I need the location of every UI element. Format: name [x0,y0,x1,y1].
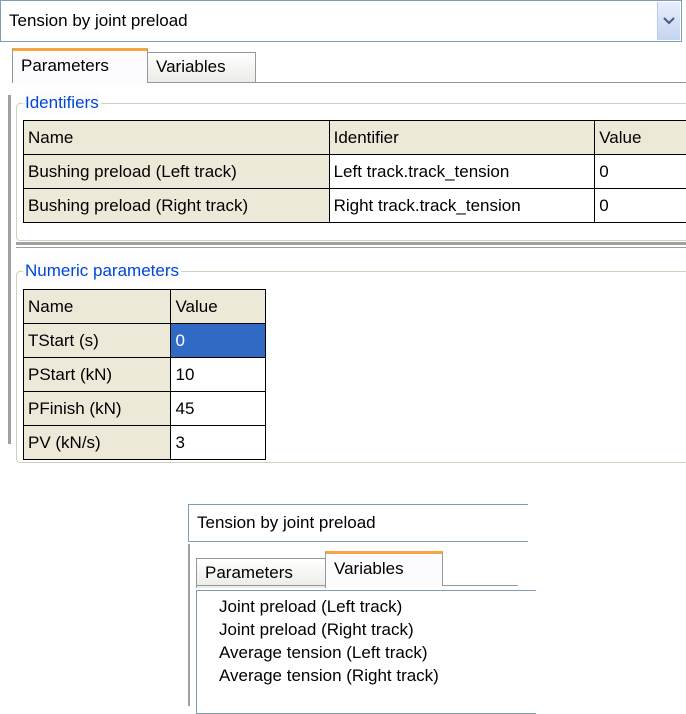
tab-strip: Parameters Variables [12,48,686,82]
mode-combo[interactable]: Tension by joint preload [0,0,682,42]
table-row[interactable]: PFinish (kN) 45 [24,392,266,426]
numeric-parameters-table[interactable]: Name Value TStart (s) 0 PStart (kN) 10 P… [23,289,266,460]
variables-list[interactable]: Joint preload (Left track) Joint preload… [196,590,536,714]
identifiers-group-title: Identifiers [23,93,101,113]
splitter-line[interactable] [16,242,686,245]
identifier-cell[interactable]: Left track.track_tension [329,155,595,189]
column-header-value[interactable]: Value [171,290,266,324]
list-item[interactable]: Joint preload (Right track) [197,618,536,641]
value-cell[interactable]: 0 [595,155,686,189]
list-item[interactable]: Joint preload (Left track) [197,595,536,618]
left-splitter[interactable] [188,544,190,706]
tab-parameters[interactable]: Parameters [12,48,148,83]
value-cell[interactable]: 0 [595,189,686,223]
identifiers-header-row: Name Identifier Value [24,121,686,155]
table-row[interactable]: TStart (s) 0 [24,324,266,358]
identifier-cell[interactable]: Right track.track_tension [329,189,595,223]
tab-strip: Parameters Variables [196,551,518,585]
mode-combo-value: Tension by joint preload [9,11,188,31]
param-name-cell[interactable]: PV (kN/s) [24,426,171,460]
table-row[interactable]: Bushing preload (Left track) Left track.… [24,155,686,189]
row-name-cell[interactable]: Bushing preload (Right track) [24,189,330,223]
table-row[interactable]: PStart (kN) 10 [24,358,266,392]
param-name-cell[interactable]: PFinish (kN) [24,392,171,426]
mode-combo-value: Tension by joint preload [197,513,376,533]
tab-variables[interactable]: Variables [325,551,443,586]
table-row[interactable]: PV (kN/s) 3 [24,426,266,460]
param-name-cell[interactable]: TStart (s) [24,324,171,358]
mode-combo[interactable]: Tension by joint preload [188,504,528,542]
numeric-parameters-group-title: Numeric parameters [23,261,181,281]
param-value-cell[interactable]: 3 [171,426,266,460]
param-value-cell[interactable]: 10 [171,358,266,392]
bottom-panel: Tension by joint preload Parameters Vari… [188,504,518,706]
column-header-name[interactable]: Name [24,121,330,155]
column-header-name[interactable]: Name [24,290,171,324]
left-splitter[interactable] [8,95,11,444]
column-header-value[interactable]: Value [595,121,686,155]
param-value-cell[interactable]: 45 [171,392,266,426]
list-item[interactable]: Average tension (Right track) [197,664,536,687]
tab-variables[interactable]: Variables [147,52,256,82]
list-item[interactable]: Average tension (Left track) [197,641,536,664]
numeric-header-row: Name Value [24,290,266,324]
row-name-cell[interactable]: Bushing preload (Left track) [24,155,330,189]
tab-parameters[interactable]: Parameters [196,558,326,588]
splitter-line-thin [16,247,686,248]
column-header-identifier[interactable]: Identifier [329,121,595,155]
top-panel: Tension by joint preload Parameters Vari… [0,0,686,444]
identifiers-table[interactable]: Name Identifier Value Bushing preload (L… [23,120,686,223]
param-value-cell-selected[interactable]: 0 [171,324,266,358]
param-name-cell[interactable]: PStart (kN) [24,358,171,392]
table-row[interactable]: Bushing preload (Right track) Right trac… [24,189,686,223]
chevron-down-icon[interactable] [657,2,680,40]
